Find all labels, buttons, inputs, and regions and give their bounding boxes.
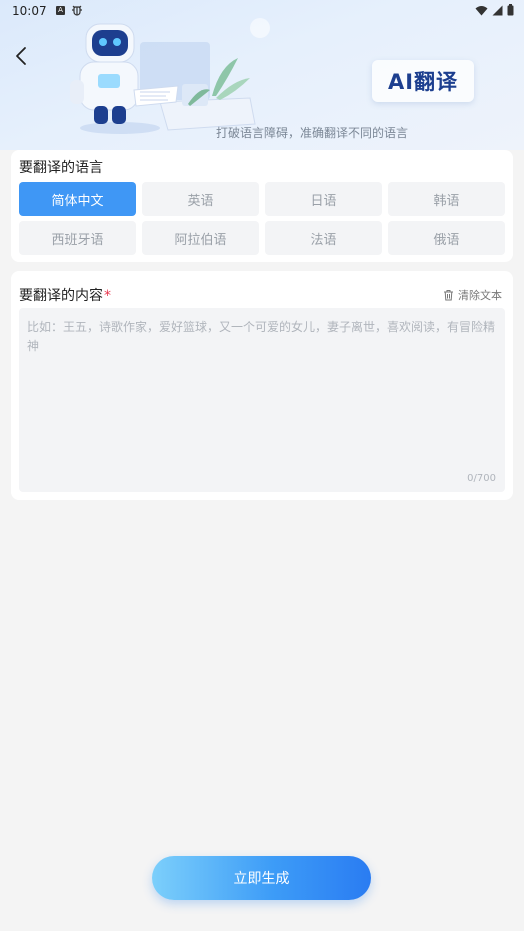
language-option-arabic[interactable]: 阿拉伯语 <box>142 221 259 255</box>
content-title-label: 要翻译的内容 <box>19 288 103 304</box>
content-input-card: 要翻译的内容* 清除文本 0/700 <box>11 271 513 500</box>
trash-icon <box>444 290 453 301</box>
clear-text-label: 清除文本 <box>458 289 502 302</box>
language-option-chinese[interactable]: 简体中文 <box>19 182 136 216</box>
content-textarea[interactable] <box>19 308 505 492</box>
back-arrow-icon[interactable] <box>10 44 34 68</box>
language-option-korean[interactable]: 韩语 <box>388 182 505 216</box>
content-textarea-wrapper: 0/700 <box>19 308 505 492</box>
clear-text-button[interactable]: 清除文本 <box>443 287 502 303</box>
language-option-spanish[interactable]: 西班牙语 <box>19 221 136 255</box>
required-mark: * <box>104 288 111 304</box>
language-option-japanese[interactable]: 日语 <box>265 182 382 216</box>
content-section-title: 要翻译的内容* <box>19 285 111 305</box>
language-section-title: 要翻译的语言 <box>19 160 103 176</box>
language-option-french[interactable]: 法语 <box>265 221 382 255</box>
header-banner: 10:07 A AI翻译 打破语言障碍，准确翻译不同的语言 <box>0 0 524 150</box>
ai-translate-badge: AI翻译 <box>372 60 474 102</box>
status-time: 10:07 <box>12 4 47 18</box>
language-options-grid: 简体中文 英语 日语 韩语 西班牙语 阿拉伯语 法语 俄语 <box>19 182 505 255</box>
language-option-russian[interactable]: 俄语 <box>388 221 505 255</box>
header-subtitle: 打破语言障碍，准确翻译不同的语言 <box>215 126 408 140</box>
wifi-icon <box>475 5 488 15</box>
status-right-icons <box>475 4 514 16</box>
signal-icon <box>492 5 503 15</box>
battery-icon <box>507 4 514 16</box>
robot-illustration <box>70 18 270 134</box>
language-selection-card: 要翻译的语言 简体中文 英语 日语 韩语 西班牙语 阿拉伯语 法语 俄语 <box>11 150 513 262</box>
generate-button[interactable]: 立即生成 <box>152 856 371 900</box>
language-option-english[interactable]: 英语 <box>142 182 259 216</box>
char-count: 0/700 <box>467 473 496 484</box>
